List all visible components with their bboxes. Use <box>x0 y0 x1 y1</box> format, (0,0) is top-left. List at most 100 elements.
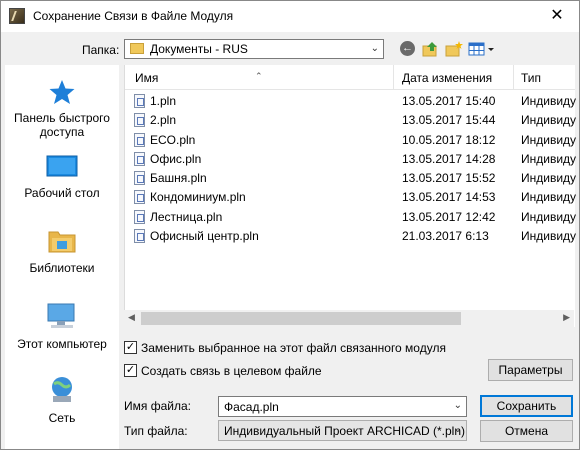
save-button[interactable]: Сохранить <box>480 395 573 417</box>
filetype-select[interactable]: Индивидуальный Проект ARCHICAD (*.pln) ⌄ <box>218 420 467 441</box>
file-date: 13.05.2017 15:44 <box>402 113 496 128</box>
place-network[interactable]: Сеть <box>5 375 119 425</box>
scroll-right-icon[interactable]: ▶ <box>563 312 570 323</box>
pln-file-icon <box>134 151 145 166</box>
file-row[interactable]: Башня.pln 13.05.2017 15:52 Индивиду <box>125 169 577 188</box>
column-header-name[interactable]: Имя <box>135 71 158 85</box>
filetype-value: Индивидуальный Проект ARCHICAD (*.pln) <box>224 424 465 438</box>
pln-file-icon <box>134 132 145 147</box>
pln-file-icon <box>134 229 145 244</box>
filetype-label: Тип файла: <box>124 424 188 438</box>
libraries-icon <box>48 231 76 253</box>
file-type: Индивиду <box>521 171 577 186</box>
file-type: Индивиду <box>521 190 577 205</box>
desktop-icon <box>46 155 78 177</box>
file-row[interactable]: Лестница.pln 13.05.2017 12:42 Индивиду <box>125 208 577 227</box>
file-type: Индивиду <box>521 132 577 147</box>
chevron-down-icon: ⌄ <box>453 424 462 435</box>
back-arrow-icon: ← <box>400 41 415 56</box>
file-date: 21.03.2017 6:13 <box>402 229 489 244</box>
place-desktop[interactable]: Рабочий стол <box>5 154 119 200</box>
scroll-left-icon[interactable]: ◀ <box>128 312 135 323</box>
back-button[interactable]: ← <box>399 40 419 58</box>
new-folder-button[interactable] <box>444 40 464 58</box>
column-header-date[interactable]: Дата изменения <box>402 71 492 85</box>
place-label: Сеть <box>48 411 76 425</box>
pln-file-icon <box>134 113 145 128</box>
file-name: ECO.pln <box>150 132 196 147</box>
place-this-pc[interactable]: Этот компьютер <box>5 301 119 351</box>
file-rows: 1.pln 13.05.2017 15:40 Индивиду 2.pln 13.05… <box>125 92 577 246</box>
file-row[interactable]: Офисный центр.pln 21.03.2017 6:13 Индивиду <box>125 227 577 246</box>
parameters-button[interactable]: Параметры <box>488 359 573 381</box>
filename-label: Имя файла: <box>124 399 191 413</box>
title-bar: Сохранение Связи в Файле Модуля ✕ <box>1 1 579 32</box>
column-divider[interactable] <box>513 65 514 89</box>
quick-access-star-icon <box>49 80 75 104</box>
file-row[interactable]: ECO.pln 10.05.2017 18:12 Индивиду <box>125 131 577 150</box>
archicad-app-icon <box>9 8 25 24</box>
chevron-down-icon: ⌄ <box>370 43 379 54</box>
view-grid-icon <box>468 42 494 56</box>
file-date: 13.05.2017 15:52 <box>402 171 496 186</box>
folder-icon <box>130 43 144 54</box>
view-menu-button[interactable] <box>467 40 497 58</box>
file-date: 13.05.2017 14:53 <box>402 190 496 205</box>
replace-checkbox[interactable]: ✓ <box>124 341 137 354</box>
place-quick-access[interactable]: Панель быстрого доступа <box>5 79 119 139</box>
cancel-button[interactable]: Отмена <box>480 420 573 442</box>
file-type: Индивиду <box>521 229 577 244</box>
pln-file-icon <box>134 190 145 205</box>
place-label: Библиотеки <box>29 261 95 275</box>
folder-value: Документы - RUS <box>150 42 248 56</box>
file-type: Индивиду <box>521 94 577 108</box>
window-title: Сохранение Связи в Файле Модуля <box>33 9 234 23</box>
chevron-down-icon[interactable]: ⌄ <box>454 400 462 411</box>
file-name: 2.pln <box>150 113 177 128</box>
place-label: Этот компьютер <box>17 337 107 351</box>
places-bar: Панель быстрого доступа Рабочий стол Биб… <box>5 65 119 449</box>
file-type: Индивиду <box>521 113 577 128</box>
replace-checkbox-label[interactable]: Заменить выбранное на этот файл связанно… <box>141 341 446 355</box>
file-row[interactable]: 2.pln 13.05.2017 15:44 Индивиду <box>125 111 577 130</box>
file-list[interactable]: ⌃ Имя Дата изменения Тип 1.pln 13.05.2017… <box>124 65 577 327</box>
file-list-header: ⌃ Имя Дата изменения Тип <box>125 65 575 90</box>
new-folder-icon <box>445 41 463 57</box>
file-date: 10.05.2017 18:12 <box>402 132 496 147</box>
create-link-checkbox-label[interactable]: Создать связь в целевом файле <box>141 364 322 378</box>
sort-caret-icon: ⌃ <box>255 71 263 81</box>
file-name: Кондоминиум.pln <box>150 190 246 205</box>
close-button[interactable]: ✕ <box>535 1 579 31</box>
file-date: 13.05.2017 15:40 <box>402 94 496 108</box>
file-type: Индивиду <box>521 209 577 224</box>
horizontal-scrollbar[interactable]: ◀ ▶ <box>124 310 574 327</box>
file-name: 1.pln <box>150 94 177 108</box>
file-row[interactable]: Кондоминиум.pln 13.05.2017 14:53 Индивиду <box>125 188 577 207</box>
column-header-type[interactable]: Тип <box>521 71 541 85</box>
filename-input[interactable]: Фасад.pln ⌄ <box>218 396 467 417</box>
file-row[interactable]: 1.pln 13.05.2017 15:40 Индивиду <box>125 92 577 111</box>
file-row[interactable]: Офис.pln 13.05.2017 14:28 Индивиду <box>125 150 577 169</box>
file-name: Офисный центр.pln <box>150 229 259 244</box>
pln-file-icon <box>134 94 145 108</box>
pln-file-icon <box>134 209 145 224</box>
place-label: Рабочий стол <box>24 186 100 200</box>
place-label: Панель быстрого <box>14 111 110 125</box>
folder-label: Папка: <box>82 43 120 57</box>
save-dialog: Сохранение Связи в Файле Модуля ✕ Папка:… <box>0 0 580 450</box>
network-icon <box>52 377 72 402</box>
folder-select[interactable]: Документы - RUS ⌄ <box>124 39 384 59</box>
file-date: 13.05.2017 12:42 <box>402 209 496 224</box>
file-name: Башня.pln <box>150 171 207 186</box>
scrollbar-thumb[interactable] <box>141 312 461 325</box>
place-libraries[interactable]: Библиотеки <box>5 227 119 275</box>
column-divider[interactable] <box>393 65 394 89</box>
file-name: Офис.pln <box>150 151 202 166</box>
up-folder-button[interactable] <box>421 40 441 58</box>
create-link-checkbox[interactable]: ✓ <box>124 364 137 377</box>
file-type: Индивиду <box>521 151 577 166</box>
up-folder-icon <box>422 42 437 57</box>
pln-file-icon <box>134 171 145 186</box>
filename-value: Фасад.pln <box>224 400 279 414</box>
file-date: 13.05.2017 14:28 <box>402 151 496 166</box>
